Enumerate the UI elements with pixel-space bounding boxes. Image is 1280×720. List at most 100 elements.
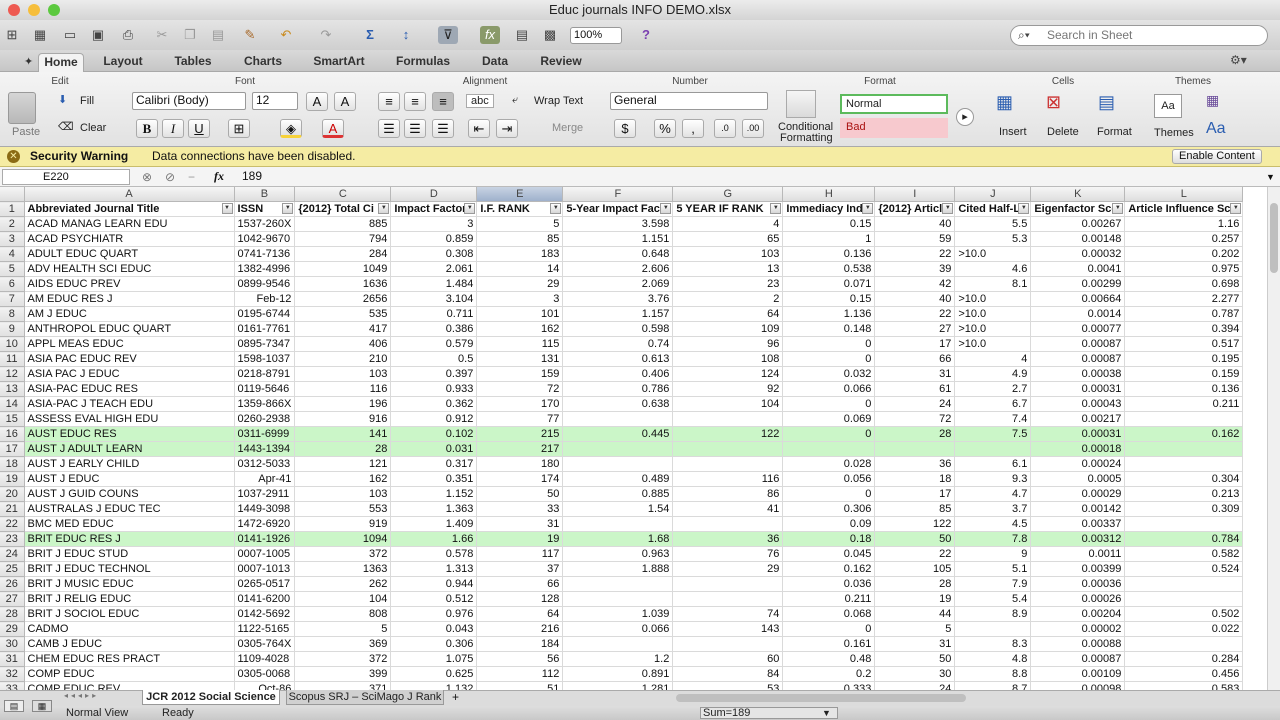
- cell[interactable]: Feb-12: [234, 291, 296, 308]
- horizontal-scroll-thumb[interactable]: [676, 694, 966, 702]
- cell[interactable]: 0.159: [1124, 366, 1244, 383]
- cell[interactable]: AM J EDUC: [24, 306, 235, 323]
- cell[interactable]: 115: [476, 336, 564, 353]
- cell[interactable]: 0.944: [390, 576, 478, 593]
- cell[interactable]: 4.5: [954, 516, 1032, 533]
- cell[interactable]: 4: [672, 216, 784, 233]
- cell[interactable]: 42: [874, 276, 956, 293]
- tab-tables[interactable]: Tables: [165, 53, 221, 72]
- cell[interactable]: [1124, 411, 1244, 428]
- cell[interactable]: 103: [294, 366, 392, 383]
- theme-fonts-icon[interactable]: Aa: [1206, 120, 1226, 138]
- cell[interactable]: 0.15: [782, 291, 876, 308]
- cell[interactable]: 86: [672, 486, 784, 503]
- cell[interactable]: 1598-1037: [234, 351, 296, 368]
- cell[interactable]: 0: [782, 336, 876, 353]
- cell[interactable]: 406: [294, 336, 392, 353]
- cell[interactable]: 65: [672, 231, 784, 248]
- cell[interactable]: 3.76: [562, 291, 674, 308]
- column-header-i[interactable]: I: [874, 187, 956, 203]
- cell[interactable]: ASIA-PAC J TEACH EDU: [24, 396, 235, 413]
- cell[interactable]: BRIT J MUSIC EDUC: [24, 576, 235, 593]
- cell[interactable]: 0260-2938: [234, 411, 296, 428]
- cell[interactable]: 0.912: [390, 411, 478, 428]
- cell[interactable]: 59: [874, 231, 956, 248]
- copy-icon[interactable]: ❐: [180, 26, 200, 44]
- cell[interactable]: 64: [672, 306, 784, 323]
- cell[interactable]: 41: [672, 501, 784, 518]
- cell[interactable]: 0119-5646: [234, 381, 296, 398]
- cell[interactable]: >10.0: [954, 336, 1032, 353]
- cell[interactable]: 5.4: [954, 591, 1032, 608]
- cell[interactable]: >10.0: [954, 246, 1032, 263]
- spreadsheet-grid[interactable]: ABCDEFGHIJKL 1 Abbreviated Journal Title ▼…: [0, 187, 1267, 690]
- align-left-icon[interactable]: ☰: [378, 119, 400, 138]
- cell[interactable]: 885: [294, 216, 392, 233]
- cell[interactable]: 0.00664: [1030, 291, 1126, 308]
- tab-data[interactable]: Data: [474, 53, 516, 72]
- cell[interactable]: 0.538: [782, 261, 876, 278]
- cell[interactable]: 216: [476, 621, 564, 638]
- cell[interactable]: 0.891: [562, 666, 674, 683]
- cell[interactable]: 8.9: [954, 606, 1032, 623]
- cell[interactable]: 1537-260X: [234, 216, 296, 233]
- cell[interactable]: 1.151: [562, 231, 674, 248]
- cell[interactable]: 0.711: [390, 306, 478, 323]
- cell[interactable]: 124: [672, 366, 784, 383]
- cell[interactable]: 112: [476, 666, 564, 683]
- tab-smartart[interactable]: SmartArt: [306, 53, 372, 72]
- row-number[interactable]: 24: [0, 546, 25, 563]
- cell[interactable]: 109: [672, 321, 784, 338]
- cell[interactable]: 103: [672, 246, 784, 263]
- column-title[interactable]: Eigenfactor Sco ▼: [1030, 201, 1126, 218]
- filter-dropdown-icon[interactable]: ▼: [1018, 203, 1030, 215]
- cell[interactable]: [672, 576, 784, 593]
- cell[interactable]: 5.5: [954, 216, 1032, 233]
- cell[interactable]: 2656: [294, 291, 392, 308]
- column-header-b[interactable]: B: [234, 187, 296, 203]
- new-workbook-icon[interactable]: ⊞: [2, 26, 22, 44]
- cell[interactable]: 0.625: [390, 666, 478, 683]
- row-number[interactable]: 2: [0, 216, 25, 233]
- cell[interactable]: 535: [294, 306, 392, 323]
- merge-button[interactable]: Merge: [552, 122, 583, 134]
- cell[interactable]: [672, 456, 784, 473]
- cell[interactable]: 0.48: [782, 651, 876, 668]
- cell[interactable]: 1359-866X: [234, 396, 296, 413]
- cell[interactable]: 1.157: [562, 306, 674, 323]
- cell[interactable]: 0: [782, 396, 876, 413]
- cell[interactable]: 174: [476, 471, 564, 488]
- row-number[interactable]: 14: [0, 396, 25, 413]
- row-number[interactable]: 31: [0, 651, 25, 668]
- cell[interactable]: 0141-1926: [234, 531, 296, 548]
- cell[interactable]: [562, 456, 674, 473]
- cell[interactable]: 0142-5692: [234, 606, 296, 623]
- cell[interactable]: 371: [294, 681, 392, 690]
- cell[interactable]: 372: [294, 651, 392, 668]
- cell[interactable]: 0.578: [390, 546, 478, 563]
- increase-indent-icon[interactable]: ⇥: [496, 119, 518, 138]
- enable-content-button[interactable]: Enable Content: [1172, 149, 1262, 164]
- row-number[interactable]: 27: [0, 591, 25, 608]
- cell[interactable]: 30: [874, 666, 956, 683]
- cell[interactable]: 0195-6744: [234, 306, 296, 323]
- cell[interactable]: 162: [294, 471, 392, 488]
- cell[interactable]: 919: [294, 516, 392, 533]
- column-header-f[interactable]: F: [562, 187, 674, 203]
- row-number[interactable]: 25: [0, 561, 25, 578]
- cell[interactable]: 553: [294, 501, 392, 518]
- column-title[interactable]: ISSN ▼: [234, 201, 296, 218]
- cell[interactable]: CAMB J EDUC: [24, 636, 235, 653]
- cell[interactable]: 40: [874, 291, 956, 308]
- cell[interactable]: 61: [874, 381, 956, 398]
- tab-home[interactable]: Home: [38, 53, 84, 72]
- cell[interactable]: [782, 441, 876, 458]
- cell[interactable]: 0.00026: [1030, 591, 1126, 608]
- cell[interactable]: 7.4: [954, 411, 1032, 428]
- cell[interactable]: 0.102: [390, 426, 478, 443]
- formatting-label[interactable]: Formatting: [780, 132, 833, 144]
- row-number[interactable]: 29: [0, 621, 25, 638]
- insert-button[interactable]: Insert: [999, 126, 1027, 138]
- align-middle-icon[interactable]: ≡: [404, 92, 426, 111]
- cell[interactable]: [672, 591, 784, 608]
